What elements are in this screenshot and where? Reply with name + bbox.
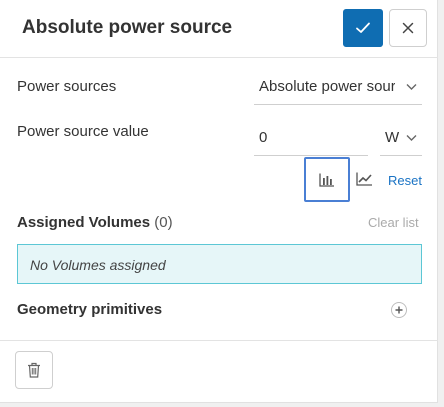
footer-divider	[0, 340, 438, 341]
close-icon	[402, 22, 414, 34]
line-chart-icon	[355, 172, 372, 186]
assigned-volumes-title: Assigned Volumes (0)	[17, 214, 173, 231]
delete-button[interactable]	[15, 351, 53, 389]
plus-icon	[395, 306, 403, 314]
unit-value: W	[385, 129, 400, 146]
confirm-button[interactable]	[343, 9, 383, 47]
panel-header: Absolute power source	[0, 0, 438, 58]
chevron-down-icon	[406, 135, 417, 141]
table-value-button[interactable]	[349, 164, 379, 194]
power-source-value-label: Power source value	[17, 123, 149, 140]
constant-value-button[interactable]	[304, 157, 350, 202]
clear-list-button[interactable]: Clear list	[368, 215, 419, 230]
power-source-panel: Absolute power source Power sources Abso…	[0, 0, 438, 403]
power-sources-value: Absolute power sour	[259, 78, 395, 95]
trash-icon	[28, 362, 40, 378]
reset-link[interactable]: Reset	[388, 173, 422, 188]
assigned-volumes-list[interactable]: No Volumes assigned	[17, 244, 422, 284]
add-geometry-primitive-button[interactable]	[391, 302, 407, 318]
panel-title: Absolute power source	[22, 17, 233, 38]
bar-chart-icon	[319, 173, 334, 187]
check-icon	[356, 22, 370, 33]
chevron-down-icon	[406, 84, 417, 90]
geometry-primitives-title: Geometry primitives	[17, 301, 163, 318]
assigned-volumes-count: (0)	[154, 214, 173, 231]
close-button[interactable]	[389, 9, 427, 47]
power-sources-label: Power sources	[17, 78, 117, 95]
empty-list-message: No Volumes assigned	[30, 257, 166, 273]
